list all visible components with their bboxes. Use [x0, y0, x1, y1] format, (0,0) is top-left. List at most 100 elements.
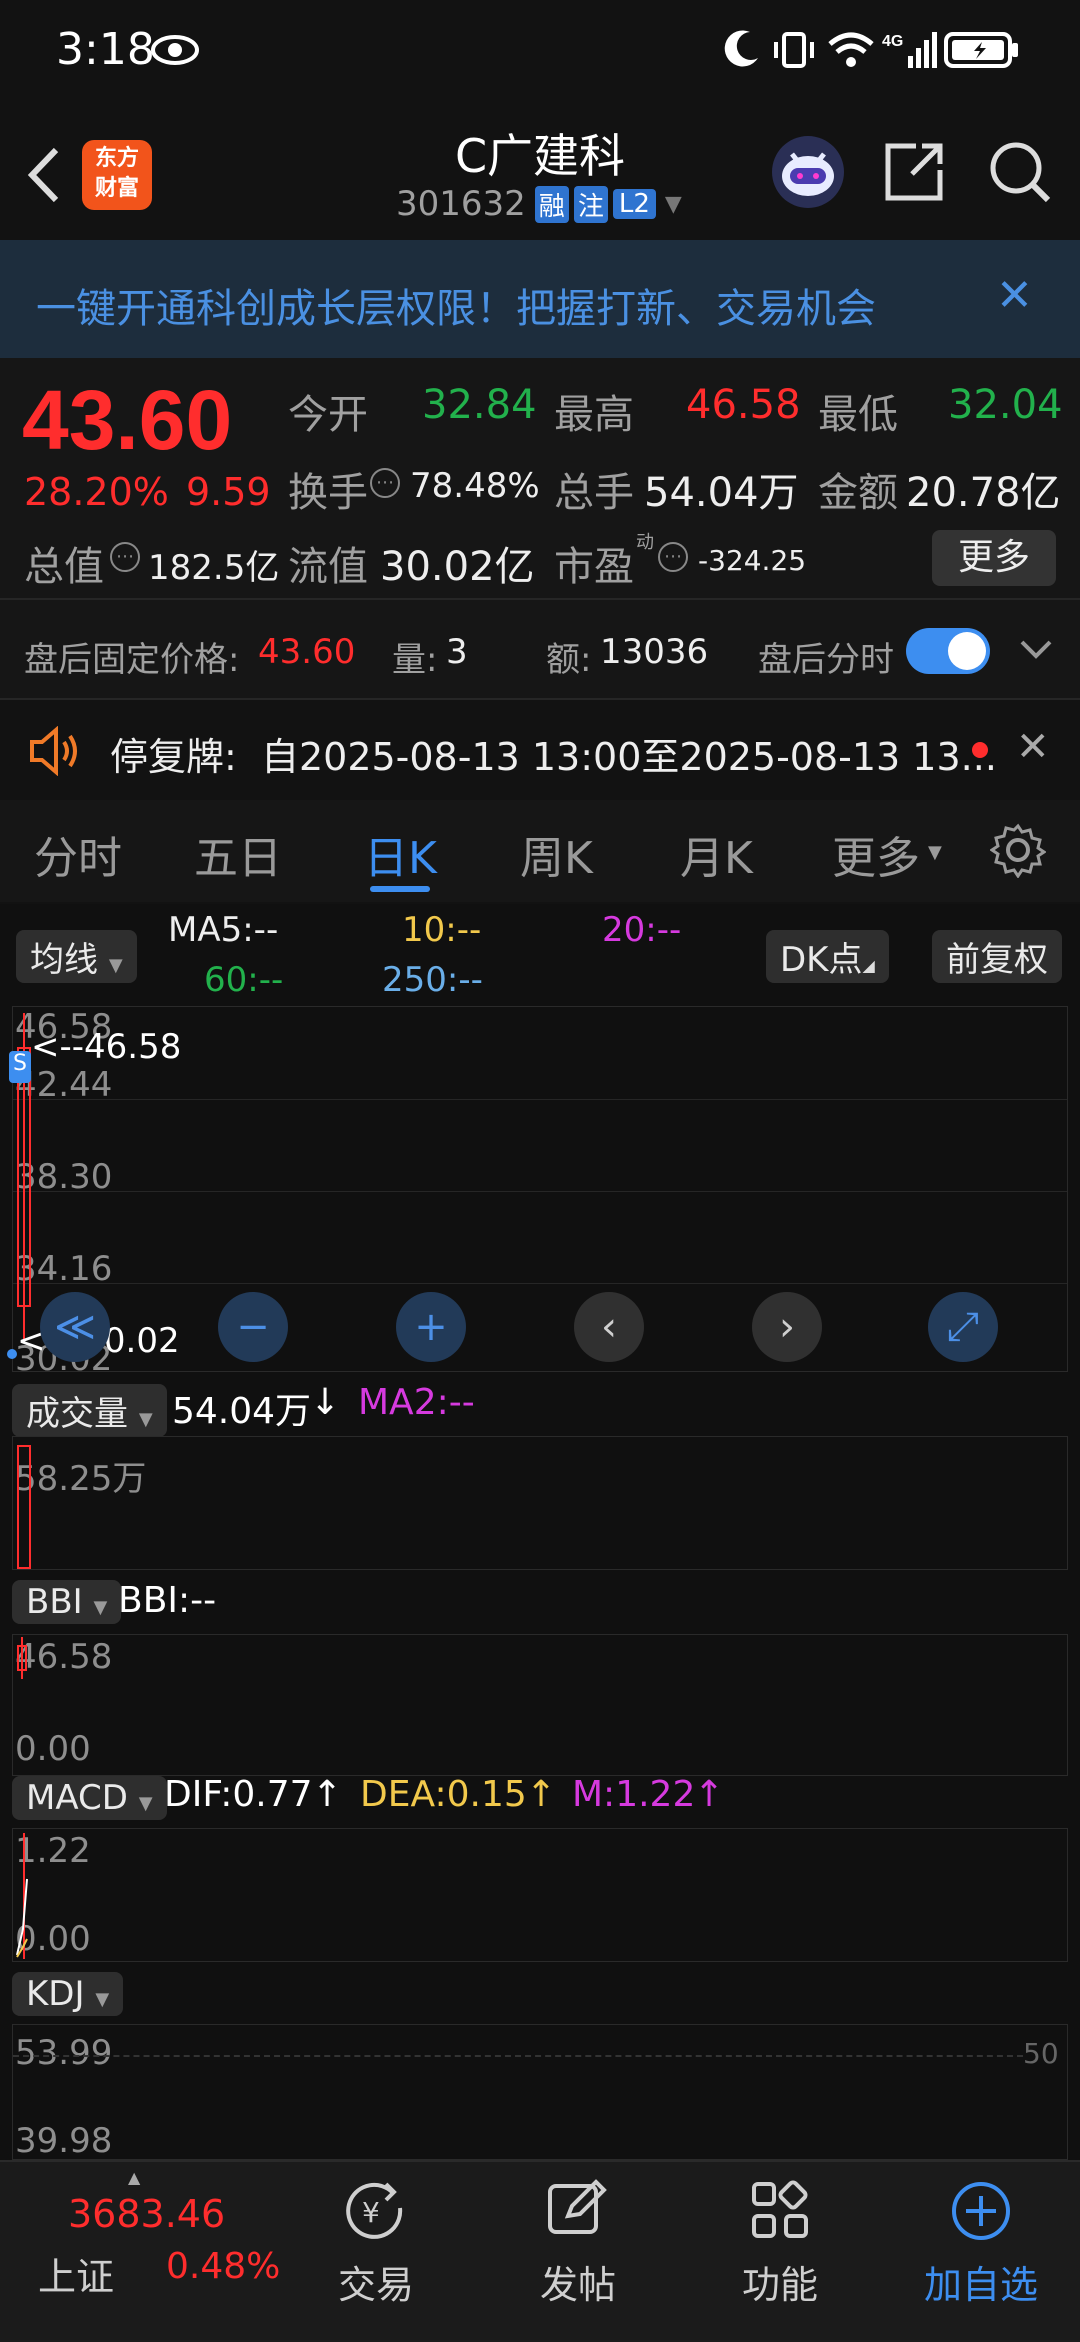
high-label: 最高 [554, 392, 634, 438]
macd-dif: DIF:0.77 [164, 1774, 313, 1815]
volume-value: 54.04万 [172, 1391, 312, 1432]
trade-icon[interactable]: ¥ [340, 2178, 410, 2248]
tab-weekly-k[interactable]: 周K [520, 822, 593, 886]
caret-down-icon: ▼ [95, 1989, 110, 2010]
bbi-chart: 46.58 0.00 [12, 1634, 1068, 1776]
ma10-value: 10:-- [402, 910, 482, 950]
share-icon[interactable] [882, 138, 948, 204]
close-icon[interactable]: ✕ [1016, 724, 1050, 770]
post-label[interactable]: 发帖 [540, 2254, 616, 2309]
active-tab-indicator [370, 886, 430, 892]
volume-value: 54.04万 [644, 470, 799, 516]
dk-point-button[interactable]: DK点◢ [766, 930, 889, 983]
index-name[interactable]: 上证 [38, 2246, 114, 2301]
back-button[interactable] [20, 140, 70, 210]
status-time: 3:18 [56, 24, 155, 75]
quote-panel: 43.60 28.20% 9.59 今开 32.84 最高 46.58 最低 3… [0, 358, 1080, 698]
caret-down-icon: ▼ [108, 955, 123, 976]
up-arrow: ↑ [526, 1774, 557, 1815]
after-hours-toggle[interactable] [906, 628, 990, 674]
info-icon[interactable]: ⋯ [658, 542, 688, 572]
high-price-marker: <--46.58 [31, 1027, 182, 1067]
edit-post-icon[interactable] [544, 2176, 608, 2244]
more-button[interactable]: 更多 [932, 530, 1056, 586]
tab-monthly-k[interactable]: 月K [680, 822, 753, 886]
stock-code: 301632 [396, 184, 526, 224]
index-pct[interactable]: 0.48% [166, 2246, 280, 2287]
tab-timeshare[interactable]: 分时 [34, 822, 122, 886]
l2-badge: L2 [612, 189, 656, 219]
bbi-axis-label: 46.58 [15, 1637, 113, 1677]
after-hours-amt: 13036 [600, 632, 709, 672]
trade-label[interactable]: 交易 [338, 2254, 414, 2309]
kdj-chip-label: KDJ [26, 1974, 85, 2014]
macd-m: M:1.22 [572, 1774, 696, 1815]
moon-icon [722, 28, 762, 76]
logo-line1: 东方 [94, 146, 139, 171]
macd-chip-label: MACD [26, 1778, 128, 1818]
zoom-in-button[interactable]: + [396, 1292, 466, 1362]
gear-icon[interactable] [989, 822, 1047, 882]
status-bar: 3:18 4G [0, 0, 1080, 110]
eastmoney-logo[interactable]: 东方 财富 [82, 140, 152, 210]
kdj-50-line [13, 2055, 1023, 2057]
kdj-selector[interactable]: KDJ ▼ [12, 1972, 124, 2016]
low-value: 32.04 [948, 382, 1063, 428]
macd-selector[interactable]: MACD ▼ [12, 1776, 167, 1820]
tab-daily-k[interactable]: 日K [364, 822, 437, 886]
after-hours-amt-label: 额: [546, 640, 592, 680]
grid-line [13, 1191, 1067, 1192]
rewind-button[interactable]: ≪ [40, 1292, 110, 1362]
volume-chip-label: 成交量 [26, 1394, 128, 1434]
index-value[interactable]: 3683.46 [68, 2192, 225, 2236]
low-label: 最低 [818, 392, 898, 438]
bbi-value: BBI:-- [118, 1580, 217, 1621]
prev-button[interactable]: ‹ [574, 1292, 644, 1362]
info-icon[interactable]: ⋯ [370, 468, 400, 498]
next-button[interactable]: › [752, 1292, 822, 1362]
chevron-down-icon[interactable] [1018, 634, 1054, 668]
margin-badge: 融 [534, 185, 569, 223]
sell-marker-badge[interactable]: S [9, 1051, 31, 1083]
kdj-axis-label: 39.98 [15, 2121, 113, 2161]
suspension-notice[interactable]: 停复牌: 自2025-08-13 13:00至2025-08-13 13... … [0, 698, 1080, 802]
tab-five-day[interactable]: 五日 [194, 822, 282, 886]
info-icon[interactable]: ⋯ [110, 542, 140, 572]
add-watchlist-label[interactable]: 加自选 [924, 2254, 1038, 2309]
low-point-dot [7, 1349, 17, 1359]
ma60-value: 60:-- [204, 960, 284, 1000]
search-icon[interactable] [986, 138, 1052, 204]
volume-bar [17, 1445, 31, 1569]
stock-title: C广建科 [454, 129, 626, 183]
stock-code-row[interactable]: 301632 融 注 L2 ▼ [396, 182, 682, 226]
volume-chart: 58.25万 [12, 1436, 1068, 1570]
wifi-icon [826, 30, 876, 74]
tab-more[interactable]: 更多 [832, 822, 920, 886]
candlestick-body [17, 1645, 27, 1671]
open-label: 今开 [288, 392, 368, 438]
robot-assistant-icon[interactable] [770, 134, 846, 210]
grid-line [13, 1099, 1067, 1100]
after-hours-price: 43.60 [258, 632, 356, 672]
function-label[interactable]: 功能 [742, 2254, 818, 2309]
add-watchlist-icon[interactable] [950, 2180, 1012, 2246]
grid-apps-icon[interactable] [750, 2180, 810, 2244]
ma20-value: 20:-- [602, 910, 682, 950]
macd-dif-line [15, 1829, 35, 1959]
adjust-button[interactable]: 前复权 [932, 930, 1062, 983]
caret-down-icon: ▼ [664, 191, 682, 217]
volume-selector[interactable]: 成交量 ▼ [12, 1384, 167, 1437]
fullscreen-button[interactable]: ⤢ [928, 1292, 998, 1362]
bbi-selector[interactable]: BBI ▼ [12, 1580, 122, 1624]
bbi-axis-label: 0.00 [15, 1729, 91, 1769]
kline-chart[interactable]: 46.58 42.44 38.30 34.16 30.02 S <--46.58… [7, 1006, 1068, 1379]
volume-ma2: MA2:-- [358, 1382, 475, 1423]
change-pct: 28.20% [24, 470, 169, 514]
close-icon[interactable]: ✕ [996, 270, 1033, 321]
notice-text: 停复牌: 自2025-08-13 13:00至2025-08-13 13... [110, 735, 997, 779]
promo-banner[interactable]: 一键开通科创成长层权限！把握打新、交易机会 ✕ [0, 240, 1080, 358]
ma-selector[interactable]: 均线 ▼ [16, 930, 137, 983]
zoom-out-button[interactable]: − [218, 1292, 288, 1362]
float-label: 流值 [288, 544, 368, 590]
high-value: 46.58 [686, 382, 801, 428]
